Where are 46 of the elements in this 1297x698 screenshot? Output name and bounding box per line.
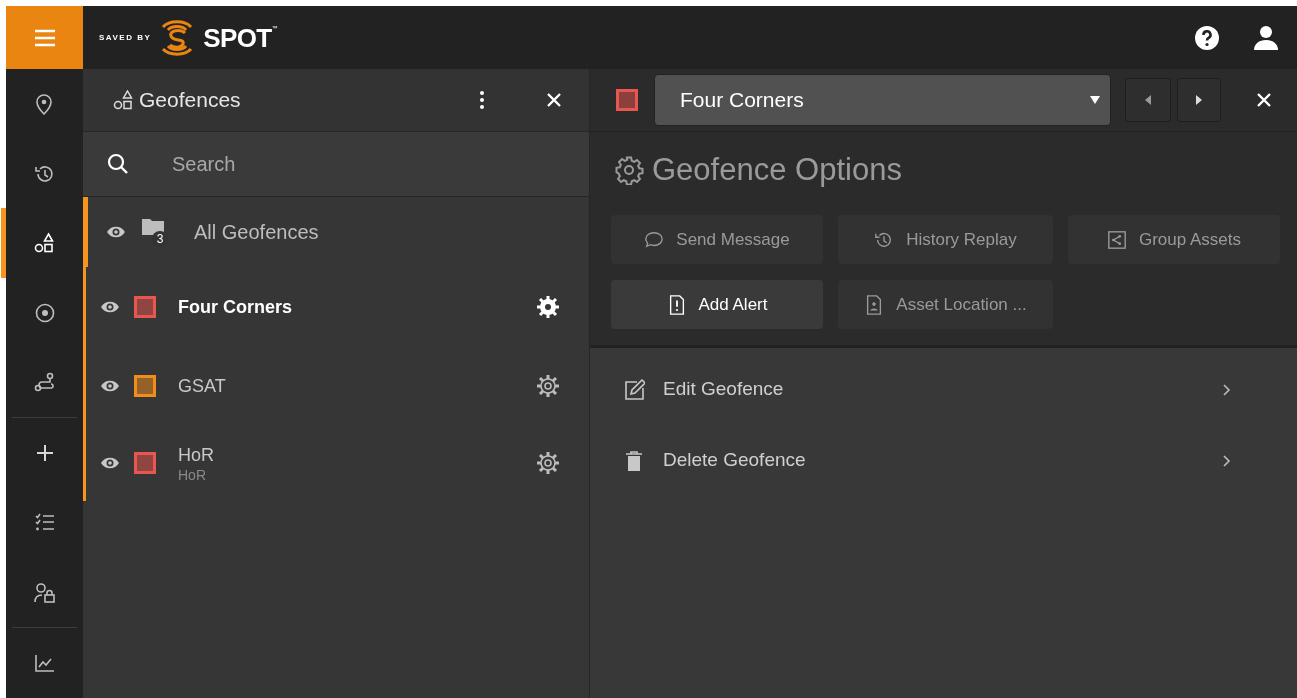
caret-icon (1090, 96, 1100, 104)
chevron-right-icon (1223, 454, 1231, 467)
list-item[interactable]: GSAT (86, 347, 589, 424)
list-item[interactable]: HoR HoR (86, 424, 589, 501)
list-item-label: All Geofences (194, 220, 319, 245)
geofence-name: GSAT (178, 374, 227, 398)
user-icon[interactable] (1253, 24, 1279, 51)
section-title: Geofence Options (652, 150, 902, 189)
caret-right-icon (1196, 95, 1202, 105)
trash-icon (623, 449, 645, 472)
target-icon (33, 301, 56, 324)
eye-icon[interactable] (100, 300, 120, 314)
more-icon[interactable] (479, 90, 485, 110)
eye-icon[interactable] (100, 378, 120, 393)
help-icon[interactable] (1195, 25, 1219, 50)
user-lock-icon (33, 581, 56, 604)
menu-item[interactable]: Delete Geofence (590, 425, 1297, 496)
chevron-right-icon (1223, 383, 1231, 396)
menu-item[interactable]: Edit Geofence (590, 354, 1297, 425)
folder-icon (142, 217, 164, 235)
edit-icon (623, 378, 645, 401)
list-item[interactable]: Four Corners (86, 267, 589, 347)
close-icon[interactable] (1257, 93, 1271, 107)
gear-icon (614, 155, 644, 185)
panel-title: Geofences (139, 87, 241, 114)
gear-icon[interactable] (537, 374, 559, 397)
eye-icon[interactable] (106, 225, 126, 239)
geofence-dropdown[interactable]: Four Corners (654, 74, 1111, 126)
chart-icon (33, 652, 56, 675)
gear-icon[interactable] (537, 451, 559, 474)
action-button[interactable]: Add Alert (611, 280, 823, 329)
logo-wordmark: SPOT (203, 24, 272, 51)
menu-icon (33, 28, 56, 47)
caret-left-icon (1145, 95, 1151, 105)
geofence-name: Four Corners (178, 296, 293, 319)
geofence-subtitle: HoR (178, 466, 207, 483)
geofence-name: HoR (178, 443, 215, 467)
search-field[interactable]: Search (83, 132, 589, 197)
shapes-icon (113, 90, 135, 110)
share-icon (1106, 228, 1127, 251)
logo-tagline: SAVED BY (99, 31, 152, 44)
count-badge: 3 (152, 231, 168, 247)
close-icon[interactable] (547, 93, 561, 107)
eye-icon[interactable] (100, 455, 120, 470)
route-icon (33, 371, 56, 394)
shapes-icon (33, 232, 56, 255)
